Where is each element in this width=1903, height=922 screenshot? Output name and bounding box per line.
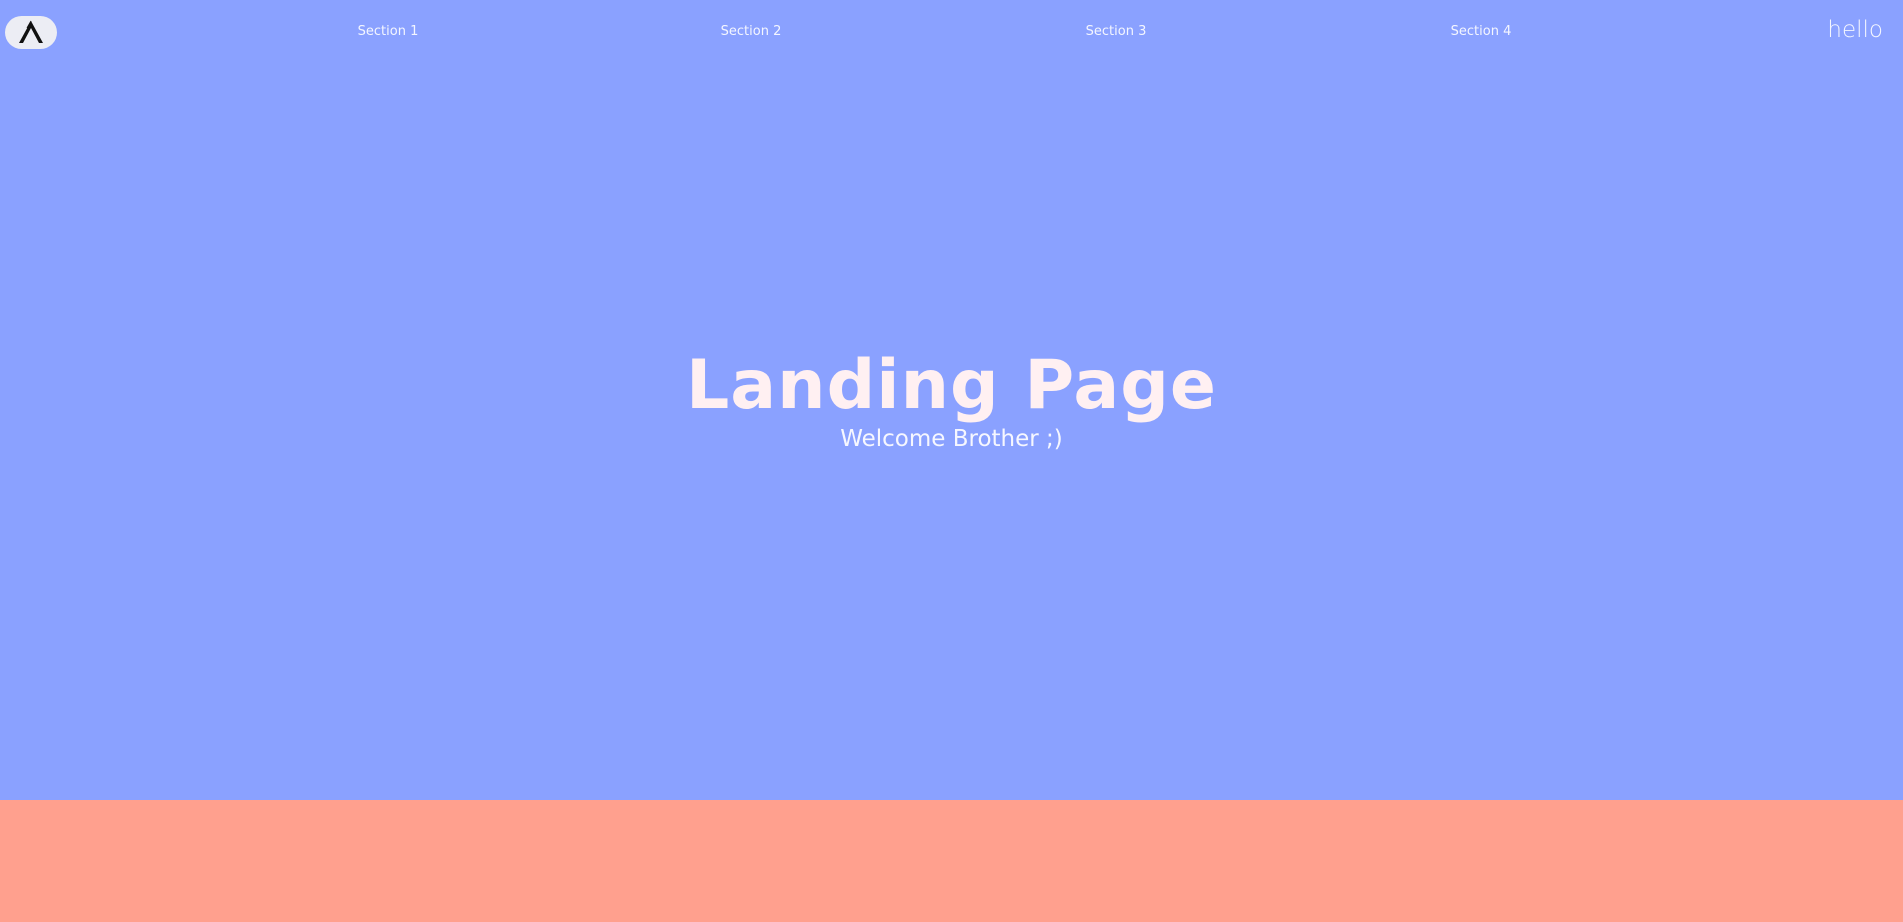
- home-logo-button[interactable]: [5, 16, 57, 49]
- hello-greeting[interactable]: hello: [1827, 17, 1883, 43]
- top-navbar: Section 1 Section 2 Section 3 Section 4 …: [0, 0, 1903, 66]
- nav-link-section-4[interactable]: Section 4: [1451, 24, 1512, 39]
- nav-link-section-2[interactable]: Section 2: [721, 24, 782, 39]
- page-title: Landing Page: [685, 346, 1218, 425]
- next-section: [0, 800, 1903, 922]
- nav-link-section-3[interactable]: Section 3: [1086, 24, 1147, 39]
- nav-link-section-1[interactable]: Section 1: [358, 24, 419, 39]
- page-subtitle: Welcome Brother ;): [840, 426, 1063, 452]
- mountain-peak-icon: [17, 18, 45, 48]
- hero-section: Section 1 Section 2 Section 3 Section 4 …: [0, 0, 1903, 800]
